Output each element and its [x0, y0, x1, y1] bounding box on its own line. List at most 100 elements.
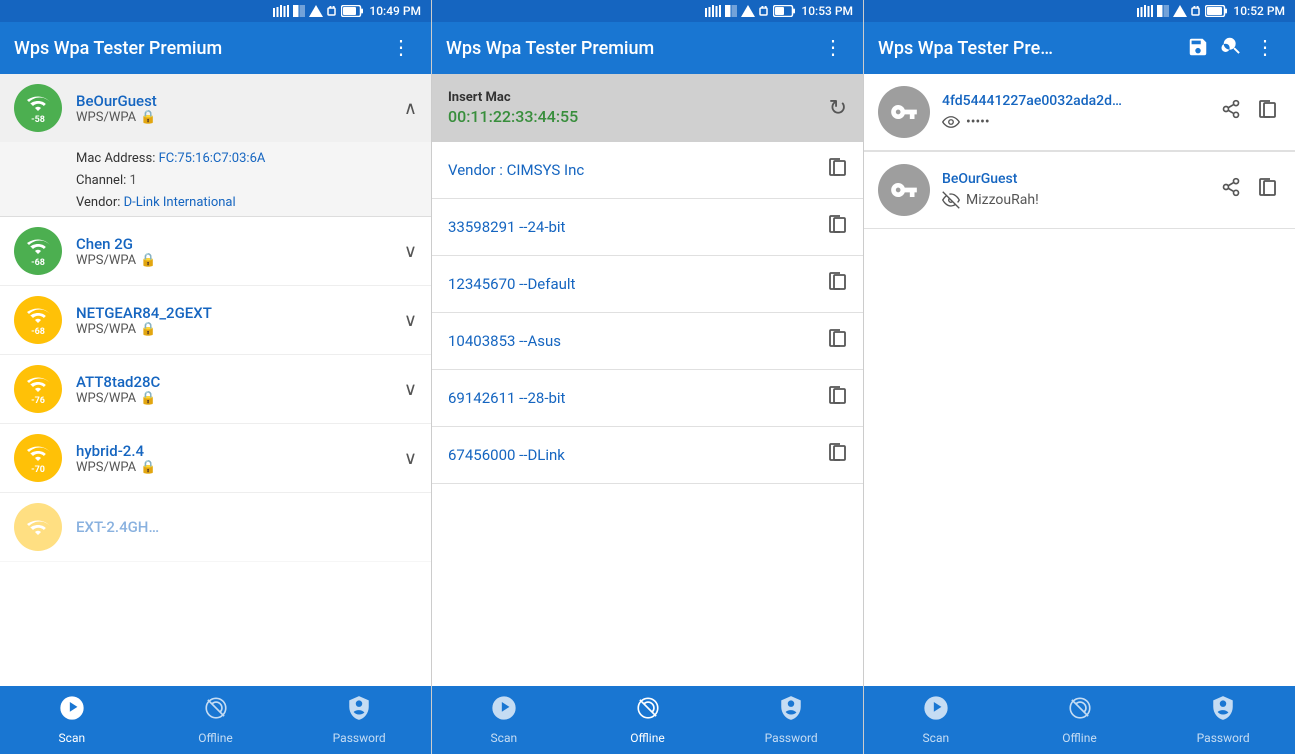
nav-offline-1[interactable]: Offline — [144, 686, 288, 754]
nav-offline-label-2: Offline — [630, 731, 664, 745]
signal-val-chen2g: -68 — [31, 258, 45, 268]
menu-button-3[interactable]: ⋮ — [1249, 32, 1281, 64]
status-bar-1: 10:49 PM — [0, 0, 431, 22]
panel-mac-lookup: 10:53 PM Wps Wpa Tester Premium ⋮ Insert… — [432, 0, 864, 754]
chevron-netgear: ∨ — [404, 310, 417, 331]
pwd-avatar-0 — [878, 86, 930, 138]
nav-offline-3[interactable]: Offline — [1008, 686, 1152, 754]
wifi-details-beourguest: Mac Address: FC:75:16:C7:03:6A Channel: … — [0, 142, 431, 216]
wifi-item-att[interactable]: -76 ATT8tad28C WPS/WPA 🔒 ∨ — [0, 355, 431, 424]
share-pwd-0-button[interactable] — [1217, 94, 1245, 130]
refresh-button[interactable]: ↻ — [829, 95, 847, 121]
wifi-item-beourguest[interactable]: -58 BeOurGuest WPS/WPA 🔒 ∧ Mac Address: … — [0, 74, 431, 217]
pin-text-3: 69142611 --28-bit — [448, 389, 827, 407]
wifi-avatar-hybrid: -70 — [14, 434, 62, 482]
wifi-vendor: Vendor: D-Link International — [76, 192, 417, 214]
nav-password-2[interactable]: Password — [719, 686, 863, 754]
pwd-value-0: ••••• — [966, 114, 990, 130]
mac-field: Insert Mac 00:11:22:33:44:55 — [448, 90, 819, 126]
panel-wifi-list: 10:49 PM Wps Wpa Tester Premium ⋮ -58 Be… — [0, 0, 432, 754]
wifi-item-netgear[interactable]: -68 NETGEAR84_2GEXT WPS/WPA 🔒 ∨ — [0, 286, 431, 355]
pwd-sub-1: MizzouRah! — [942, 191, 1205, 209]
pin-item-2[interactable]: 10403853 --Asus — [432, 313, 863, 370]
wifi-item-partial[interactable]: EXT-2.4GH… — [0, 493, 431, 562]
pwd-info-0: 4fd54441227ae0032ada2d… ••••• — [942, 93, 1205, 131]
pwd-value-1: MizzouRah! — [966, 192, 1039, 208]
app-title-2: Wps Wpa Tester Premium — [446, 38, 817, 59]
menu-button-1[interactable]: ⋮ — [385, 32, 417, 64]
signal-val-att: -76 — [31, 396, 45, 406]
copy-pin-2-button[interactable] — [827, 327, 847, 355]
nav-scan-3[interactable]: Scan — [864, 686, 1008, 754]
pin-item-1[interactable]: 12345670 --Default — [432, 256, 863, 313]
offline-icon-3 — [1067, 695, 1093, 727]
copy-pin-3-button[interactable] — [827, 384, 847, 412]
status-icons-1 — [273, 5, 363, 17]
status-icons-3 — [1137, 5, 1227, 17]
nav-offline-2[interactable]: Offline — [576, 686, 720, 754]
offline-icon-2 — [635, 695, 661, 727]
wifi-avatar-chen2g: -68 — [14, 227, 62, 275]
chevron-chen2g: ∨ — [404, 241, 417, 262]
lock-icon-beourguest: 🔒 — [140, 110, 156, 125]
wifi-avatar-partial — [14, 503, 62, 551]
mac-input-area: Insert Mac 00:11:22:33:44:55 ↻ — [432, 74, 863, 142]
copy-pin-1-button[interactable] — [827, 270, 847, 298]
scan-icon-1 — [59, 695, 85, 727]
lock-icon-chen2g: 🔒 — [140, 253, 156, 268]
copy-vendor-button[interactable] — [827, 156, 847, 184]
panel-passwords: 10:52 PM Wps Wpa Tester Pre… ⋮ 4fd544412… — [864, 0, 1295, 754]
wifi-avatar-att: -76 — [14, 365, 62, 413]
pin-text-1: 12345670 --Default — [448, 275, 827, 293]
bottom-nav-1: Scan Offline Password — [0, 686, 431, 754]
mac-label: Insert Mac — [448, 90, 819, 105]
pwd-name-1: BeOurGuest — [942, 171, 1205, 187]
pwd-actions-0 — [1217, 94, 1281, 130]
search-button-3[interactable] — [1215, 29, 1249, 67]
pin-item-3[interactable]: 69142611 --28-bit — [432, 370, 863, 427]
app-title-3: Wps Wpa Tester Pre… — [878, 38, 1181, 59]
pwd-item-0: 4fd54441227ae0032ada2d… ••••• — [864, 74, 1295, 151]
wifi-channel: Channel: 1 — [76, 170, 417, 192]
signal-val-hybrid: -70 — [31, 465, 45, 475]
wifi-info-beourguest: BeOurGuest WPS/WPA 🔒 — [76, 92, 404, 125]
pwd-info-1: BeOurGuest MizzouRah! — [942, 171, 1205, 209]
wifi-avatar-beourguest: -58 — [14, 84, 62, 132]
save-button-3[interactable] — [1181, 30, 1215, 67]
bottom-nav-3: Scan Offline Password — [864, 686, 1295, 754]
menu-button-2[interactable]: ⋮ — [817, 32, 849, 64]
status-bar-2: 10:53 PM — [432, 0, 863, 22]
pin-item-0[interactable]: 33598291 --24-bit — [432, 199, 863, 256]
time-2: 10:53 PM — [801, 4, 853, 18]
scan-icon-2 — [491, 695, 517, 727]
signal-val-netgear: -68 — [31, 327, 45, 337]
wifi-name-beourguest: BeOurGuest — [76, 92, 404, 110]
copy-pin-0-button[interactable] — [827, 213, 847, 241]
wifi-item-hybrid[interactable]: -70 hybrid-2.4 WPS/WPA 🔒 ∨ — [0, 424, 431, 493]
lock-icon-netgear: 🔒 — [140, 322, 156, 337]
wifi-item-chen2g[interactable]: -68 Chen 2G WPS/WPA 🔒 ∨ — [0, 217, 431, 286]
nav-password-3[interactable]: Password — [1151, 686, 1295, 754]
nav-scan-label-1: Scan — [59, 731, 86, 745]
mac-value[interactable]: 00:11:22:33:44:55 — [448, 107, 578, 126]
pwd-avatar-1 — [878, 164, 930, 216]
nav-password-1[interactable]: Password — [287, 686, 431, 754]
nav-scan-1[interactable]: Scan — [0, 686, 144, 754]
wifi-mac: Mac Address: FC:75:16:C7:03:6A — [76, 148, 417, 170]
copy-pwd-1-button[interactable] — [1253, 172, 1281, 208]
nav-scan-2[interactable]: Scan — [432, 686, 576, 754]
copy-pin-4-button[interactable] — [827, 441, 847, 469]
lock-icon-att: 🔒 — [140, 391, 156, 406]
wifi-info-hybrid: hybrid-2.4 WPS/WPA 🔒 — [76, 442, 404, 475]
pin-list: Vendor : CIMSYS Inc 33598291 --24-bit 12… — [432, 142, 863, 686]
share-pwd-1-button[interactable] — [1217, 172, 1245, 208]
pin-text-2: 10403853 --Asus — [448, 332, 827, 350]
time-1: 10:49 PM — [369, 4, 421, 18]
copy-pwd-0-button[interactable] — [1253, 94, 1281, 130]
app-bar-3: Wps Wpa Tester Pre… ⋮ — [864, 22, 1295, 74]
chevron-hybrid: ∨ — [404, 448, 417, 469]
nav-offline-label-1: Offline — [198, 731, 232, 745]
pin-item-4[interactable]: 67456000 --DLink — [432, 427, 863, 484]
vendor-item[interactable]: Vendor : CIMSYS Inc — [432, 142, 863, 199]
wifi-list: -58 BeOurGuest WPS/WPA 🔒 ∧ Mac Address: … — [0, 74, 431, 686]
